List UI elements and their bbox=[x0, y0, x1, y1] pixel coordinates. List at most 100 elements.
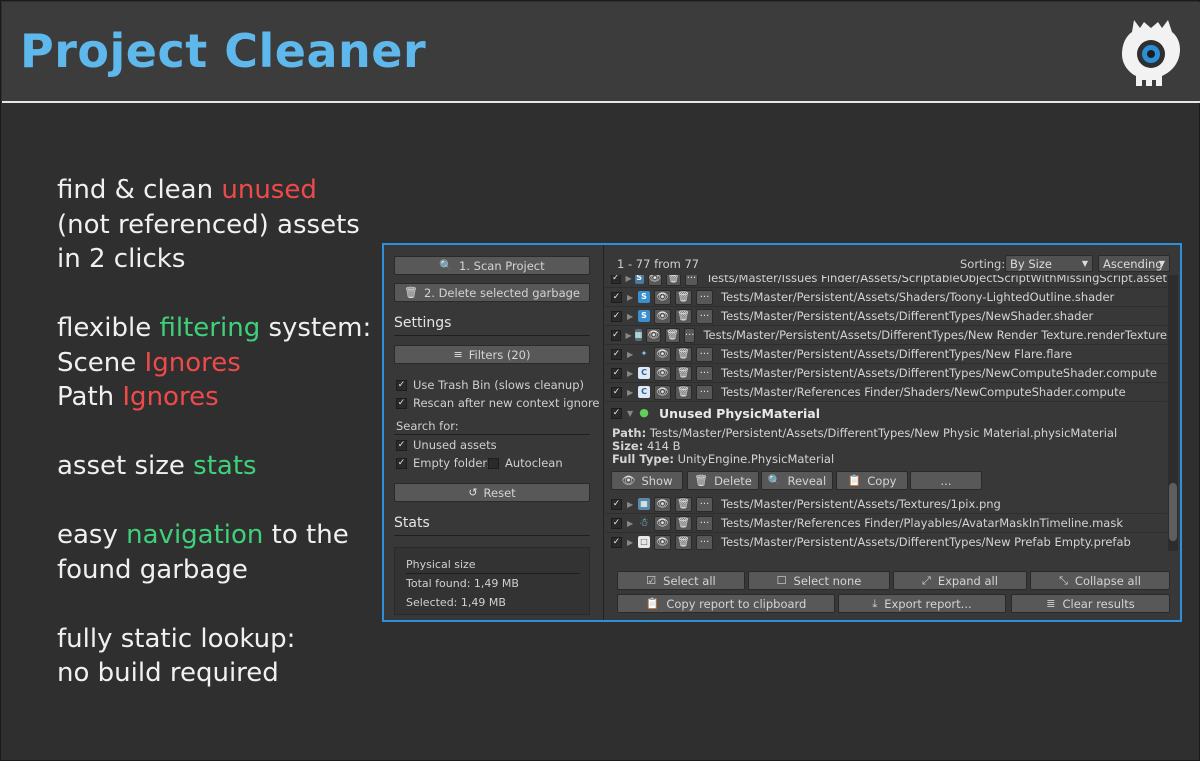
copy-button[interactable]: 📋 Copy bbox=[836, 471, 908, 490]
shader-icon: S bbox=[638, 291, 650, 303]
select-none-button[interactable]: ☐ Select none bbox=[748, 571, 890, 590]
list-item[interactable]: ✓ ▶ □ 👁 🗑 ··· Tests/Master/Persistent/Asset… bbox=[605, 533, 1167, 551]
trash-icon[interactable]: 🗑 bbox=[665, 327, 680, 343]
trash-icon[interactable]: 🗑 bbox=[675, 365, 692, 381]
selected-value: Selected: 1,49 MB bbox=[406, 596, 506, 609]
autoclean-checkbox[interactable]: Autoclean bbox=[488, 456, 563, 470]
detail-type: Full Type: UnityEngine.PhysicMaterial bbox=[612, 452, 835, 466]
export-report-button[interactable]: ⤓ Export report... bbox=[838, 594, 1006, 613]
clear-icon: ≣ bbox=[1046, 597, 1056, 610]
scan-project-button[interactable]: 🔍 1. Scan Project bbox=[394, 256, 590, 275]
flare-icon: ✦ bbox=[640, 349, 648, 358]
list-item[interactable]: ✓ ▶ S 👁 🗑 ··· Tests/Master/Persistent/Asset… bbox=[605, 288, 1167, 307]
feature-line: no build required bbox=[57, 658, 279, 688]
empty-folders-checkbox[interactable]: ✓ Empty folders bbox=[396, 456, 493, 470]
eye-icon[interactable]: 👁 bbox=[646, 327, 662, 343]
more-icon[interactable]: ··· bbox=[696, 365, 713, 381]
feature-line: find & clean unused bbox=[57, 175, 317, 205]
more-button[interactable]: ... bbox=[910, 471, 982, 490]
total-found-value: Total found: 1,49 MB bbox=[406, 577, 519, 590]
select-all-button[interactable]: ☑ Select all bbox=[617, 571, 745, 590]
check-icon: ✓ bbox=[396, 457, 407, 469]
chevron-down-icon: ▼ bbox=[1081, 259, 1088, 268]
eye-icon[interactable]: 👁 bbox=[654, 384, 671, 400]
trash-icon[interactable]: 🗑 bbox=[675, 534, 692, 550]
collapse-all-button[interactable]: ⤡ Collapse all bbox=[1030, 571, 1170, 590]
more-icon[interactable]: ··· bbox=[696, 496, 713, 512]
divider bbox=[406, 573, 580, 574]
show-button[interactable]: 👁 Show bbox=[611, 471, 683, 490]
sort-by-dropdown[interactable]: By Size ▼ bbox=[1005, 255, 1093, 272]
clear-results-button[interactable]: ≣ Clear results bbox=[1011, 594, 1170, 613]
eye-icon[interactable]: 👁 bbox=[647, 275, 663, 286]
reset-button[interactable]: ↺ Reset bbox=[394, 483, 590, 502]
scrollbar-thumb[interactable] bbox=[1169, 483, 1177, 541]
eye-icon[interactable]: 👁 bbox=[654, 346, 671, 362]
trash-icon[interactable]: 🗑 bbox=[675, 308, 692, 324]
trash-icon[interactable]: 🗑 bbox=[675, 515, 692, 531]
list-item[interactable]: ✓ ▶ ▦ 👁 🗑 ··· Tests/Master/Persistent/Asset… bbox=[605, 495, 1167, 514]
scrollbar[interactable] bbox=[1168, 275, 1178, 551]
expand-icon[interactable]: ▶ bbox=[627, 369, 635, 378]
expand-icon[interactable]: ▶ bbox=[627, 350, 635, 359]
more-icon[interactable]: ··· bbox=[683, 327, 696, 343]
list-item[interactable]: ✓ ▶ ☃ 👁 🗑 ··· Tests/Master/References Finde… bbox=[605, 514, 1167, 533]
trash-icon[interactable]: 🗑 bbox=[666, 275, 681, 286]
trash-icon[interactable]: 🗑 bbox=[675, 289, 692, 305]
list-item[interactable]: ✓ ▶ ✦ 👁 🗑 ··· Tests/Master/Persistent/Asset… bbox=[605, 345, 1167, 364]
expanded-item-header[interactable]: ✓ ▼ ● Unused PhysicMaterial bbox=[605, 402, 1167, 424]
more-icon[interactable]: ··· bbox=[684, 275, 699, 286]
eye-icon[interactable]: 👁 bbox=[654, 534, 671, 550]
trash-icon[interactable]: 🗑 bbox=[675, 496, 692, 512]
use-trash-bin-checkbox[interactable]: ✓ Use Trash Bin (slows cleanup) bbox=[396, 378, 584, 392]
unused-assets-checkbox[interactable]: ✓ Unused assets bbox=[396, 438, 497, 452]
eye-icon[interactable]: 👁 bbox=[654, 308, 671, 324]
compute-shader-icon: C bbox=[638, 386, 650, 398]
sidebar: 🔍 1. Scan Project 🗑 2. Delete selected g… bbox=[384, 245, 604, 620]
list-item[interactable]: ✓ ▶ S 👁 🗑 ··· Tests/Master/Issues Finder/As… bbox=[605, 275, 1167, 288]
expand-icon[interactable]: ▶ bbox=[627, 293, 635, 302]
eye-icon[interactable]: 👁 bbox=[654, 365, 671, 381]
shader-icon: S bbox=[638, 310, 650, 322]
list-item[interactable]: ✓ ▶ C 👁 🗑 ··· Tests/Master/Persistent/Asset… bbox=[605, 364, 1167, 383]
eye-icon[interactable]: 👁 bbox=[654, 289, 671, 305]
more-icon[interactable]: ··· bbox=[696, 308, 713, 324]
trash-icon[interactable]: 🗑 bbox=[675, 384, 692, 400]
expand-icon[interactable]: ▶ bbox=[627, 519, 635, 528]
filters-button[interactable]: ≡ Filters (20) bbox=[394, 345, 590, 364]
list-item[interactable]: ✓ ▶ ▦ 👁 🗑 ··· Tests/Master/Persistent/Asset… bbox=[605, 326, 1167, 345]
feature-line: Scene Ignores bbox=[57, 347, 241, 378]
more-icon[interactable]: ··· bbox=[696, 515, 713, 531]
expand-all-button[interactable]: ⤢ Expand all bbox=[893, 571, 1027, 590]
reveal-button[interactable]: 🔍 Reveal bbox=[761, 471, 833, 490]
detail-path: Path: Tests/Master/Persistent/Assets/Dif… bbox=[612, 426, 1118, 440]
delete-button[interactable]: 🗑 Delete bbox=[687, 471, 759, 490]
more-icon[interactable]: ··· bbox=[696, 384, 713, 400]
list-item[interactable]: ✓ ▶ S 👁 🗑 ··· Tests/Master/Persistent/Asset… bbox=[605, 307, 1167, 326]
stats-panel: Physical size Total found: 1,49 MB Selec… bbox=[394, 547, 590, 615]
stats-title: Stats bbox=[394, 515, 430, 531]
sorting-label: Sorting: bbox=[960, 257, 1006, 271]
more-icon[interactable]: ··· bbox=[696, 346, 713, 362]
feature-line: flexible filtering system: bbox=[57, 313, 372, 343]
trash-icon[interactable]: 🗑 bbox=[675, 346, 692, 362]
expand-icon[interactable]: ▶ bbox=[626, 275, 632, 283]
eye-icon[interactable]: 👁 bbox=[654, 515, 671, 531]
rescan-checkbox[interactable]: ✓ Rescan after new context ignore bbox=[396, 396, 600, 410]
collapse-icon[interactable]: ▼ bbox=[627, 409, 635, 418]
list-item[interactable]: ✓ ▶ C 👁 🗑 ··· Tests/Master/References Finde… bbox=[605, 383, 1167, 402]
more-icon[interactable]: ··· bbox=[696, 534, 713, 550]
copy-report-button[interactable]: 📋 Copy report to clipboard bbox=[617, 594, 835, 613]
expand-icon[interactable]: ▶ bbox=[627, 538, 635, 547]
delete-garbage-button[interactable]: 🗑 2. Delete selected garbage bbox=[394, 283, 590, 302]
more-icon[interactable]: ··· bbox=[696, 289, 713, 305]
expand-icon[interactable]: ▶ bbox=[626, 331, 632, 340]
expand-icon[interactable]: ▶ bbox=[627, 500, 635, 509]
sort-order-dropdown[interactable]: Ascending ▼ bbox=[1098, 255, 1170, 272]
expand-icon: ⤢ bbox=[922, 573, 931, 587]
eye-icon[interactable]: 👁 bbox=[654, 496, 671, 512]
expand-icon[interactable]: ▶ bbox=[627, 388, 635, 397]
expand-icon[interactable]: ▶ bbox=[627, 312, 635, 321]
eye-icon: 👁 bbox=[621, 474, 636, 487]
filter-icon: ≡ bbox=[453, 348, 463, 361]
